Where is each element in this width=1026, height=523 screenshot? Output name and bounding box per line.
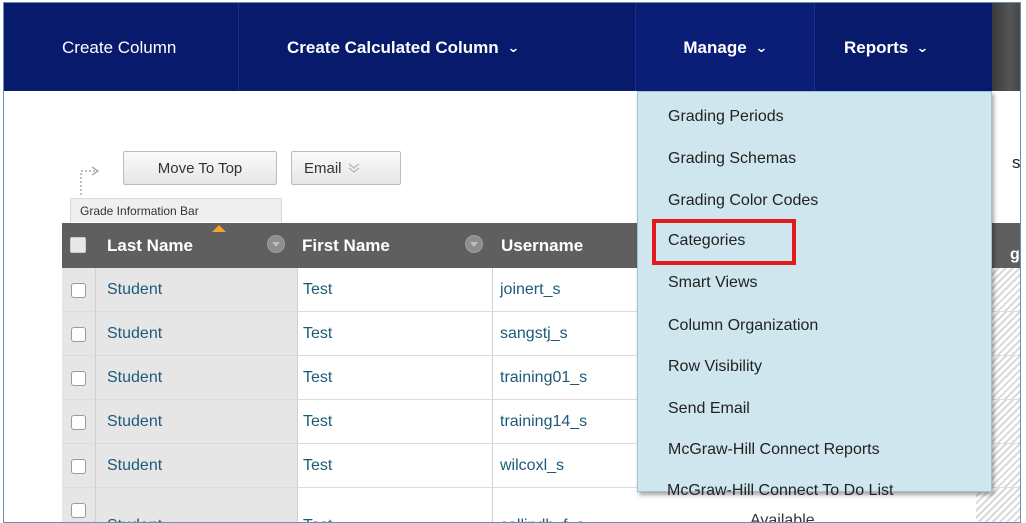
cell-first-name[interactable]: Test	[303, 504, 332, 523]
nav-divider	[814, 3, 815, 91]
row-shade	[62, 444, 297, 487]
cell-username[interactable]: training01_s	[500, 356, 587, 399]
header-first-name[interactable]: First Name	[302, 223, 390, 268]
row-shade	[62, 356, 297, 399]
create-calculated-column-menu[interactable]: Create Calculated Column ⌄	[287, 3, 520, 91]
menu-item-grading-schemas[interactable]: Grading Schemas	[668, 150, 796, 168]
grade-information-bar-tab[interactable]: Grade Information Bar	[70, 198, 282, 222]
cell-first-name[interactable]: Test	[303, 400, 332, 443]
row-shade	[62, 488, 297, 522]
row-checkbox[interactable]	[71, 415, 86, 430]
cell-divider	[297, 312, 298, 355]
cell-username[interactable]: wilcoxl_s	[500, 444, 564, 487]
row-shade	[62, 268, 297, 311]
select-all-checkbox[interactable]	[70, 237, 86, 253]
cell-divider	[95, 268, 96, 311]
cell-divider	[95, 488, 96, 522]
cell-last-name[interactable]: Student	[107, 356, 162, 399]
cell-divider	[95, 400, 96, 443]
grade-center-frame: Create Column Create Calculated Column ⌄…	[3, 2, 1021, 523]
cell-divider	[492, 356, 493, 399]
cell-username[interactable]: joinert_s	[500, 268, 560, 311]
move-to-top-label: Move To Top	[157, 159, 243, 177]
cell-last-name[interactable]: Student	[107, 268, 162, 311]
header-first-name-label: First Name	[302, 235, 390, 255]
move-to-top-arrow-icon	[78, 163, 100, 195]
chevron-down-icon: ⌄	[916, 39, 930, 55]
menu-item-row-visibility[interactable]: Row Visibility	[668, 358, 762, 376]
row-checkbox[interactable]	[71, 327, 86, 342]
cell-availability: Available	[750, 512, 815, 523]
cell-divider	[492, 444, 493, 487]
reports-label: Reports	[844, 37, 909, 57]
cell-divider	[492, 400, 493, 443]
cell-last-name[interactable]: Student	[107, 444, 162, 487]
cell-divider	[297, 488, 298, 522]
nav-overflow-shade	[992, 3, 1020, 91]
clipped-toolbar-text: s	[1012, 153, 1021, 172]
cell-first-name[interactable]: Test	[303, 444, 332, 487]
header-username[interactable]: Username	[501, 223, 583, 268]
row-checkbox[interactable]	[71, 459, 86, 474]
cell-last-name[interactable]: Student	[107, 400, 162, 443]
double-chevron-down-icon	[348, 162, 360, 174]
menu-item-smart-views[interactable]: Smart Views	[668, 274, 758, 292]
row-checkbox[interactable]	[71, 371, 86, 386]
cell-last-name[interactable]: Student	[107, 504, 162, 523]
cell-first-name[interactable]: Test	[303, 312, 332, 355]
sort-ascending-icon	[212, 225, 226, 232]
cell-divider	[297, 400, 298, 443]
manage-dropdown-menu: Grading Periods Grading Schemas Grading …	[637, 91, 992, 492]
menu-item-grading-color-codes[interactable]: Grading Color Codes	[668, 192, 818, 210]
cell-divider	[492, 312, 493, 355]
cell-divider	[297, 356, 298, 399]
row-checkbox[interactable]	[71, 283, 86, 298]
categories-highlight-box	[652, 219, 796, 265]
cell-divider	[297, 268, 298, 311]
manage-label: Manage	[683, 37, 747, 57]
menu-item-mcgraw-hill-connect-to-do-list[interactable]: McGraw-Hill Connect To Do List	[667, 482, 893, 500]
row-checkbox[interactable]	[71, 503, 86, 518]
reports-menu[interactable]: Reports ⌄	[844, 3, 930, 91]
cell-last-name[interactable]: Student	[107, 312, 162, 355]
header-last-name-label: Last Name	[107, 235, 193, 255]
column-options-icon[interactable]	[267, 235, 285, 253]
move-to-top-button[interactable]: Move To Top	[123, 151, 277, 185]
menu-item-grading-periods[interactable]: Grading Periods	[668, 108, 784, 126]
action-bar: Create Column Create Calculated Column ⌄…	[4, 3, 1020, 91]
cell-username[interactable]: collindb_f_s	[500, 504, 585, 523]
cell-first-name[interactable]: Test	[303, 268, 332, 311]
column-options-icon[interactable]	[465, 235, 483, 253]
menu-item-send-email[interactable]: Send Email	[668, 400, 750, 418]
cell-divider	[95, 356, 96, 399]
grade-information-bar-label: Grade Information Bar	[80, 203, 199, 218]
email-label: Email	[304, 159, 342, 177]
menu-item-column-organization[interactable]: Column Organization	[668, 317, 818, 335]
create-calculated-column-label: Create Calculated Column	[287, 37, 499, 57]
cell-divider	[95, 444, 96, 487]
email-button[interactable]: Email	[291, 151, 401, 185]
clipped-header-text: gr	[1010, 246, 1020, 263]
header-last-name[interactable]: Last Name	[107, 223, 193, 268]
cell-divider	[492, 268, 493, 311]
create-column-button[interactable]: Create Column	[62, 3, 176, 91]
menu-item-mcgraw-hill-connect-reports[interactable]: McGraw-Hill Connect Reports	[668, 441, 880, 459]
nav-divider	[238, 3, 239, 91]
cell-username[interactable]: sangstj_s	[500, 312, 568, 355]
create-column-label: Create Column	[62, 37, 177, 57]
chevron-down-icon: ⌄	[754, 39, 768, 55]
cell-username[interactable]: training14_s	[500, 400, 587, 443]
cell-divider	[492, 488, 493, 522]
cell-divider	[95, 312, 96, 355]
header-username-label: Username	[501, 235, 584, 255]
manage-menu[interactable]: Manage ⌄	[636, 3, 814, 91]
hatched-cell	[976, 488, 1020, 522]
cell-first-name[interactable]: Test	[303, 356, 332, 399]
chevron-down-icon: ⌄	[506, 39, 520, 55]
row-shade	[62, 400, 297, 443]
row-shade	[62, 312, 297, 355]
cell-divider	[297, 444, 298, 487]
